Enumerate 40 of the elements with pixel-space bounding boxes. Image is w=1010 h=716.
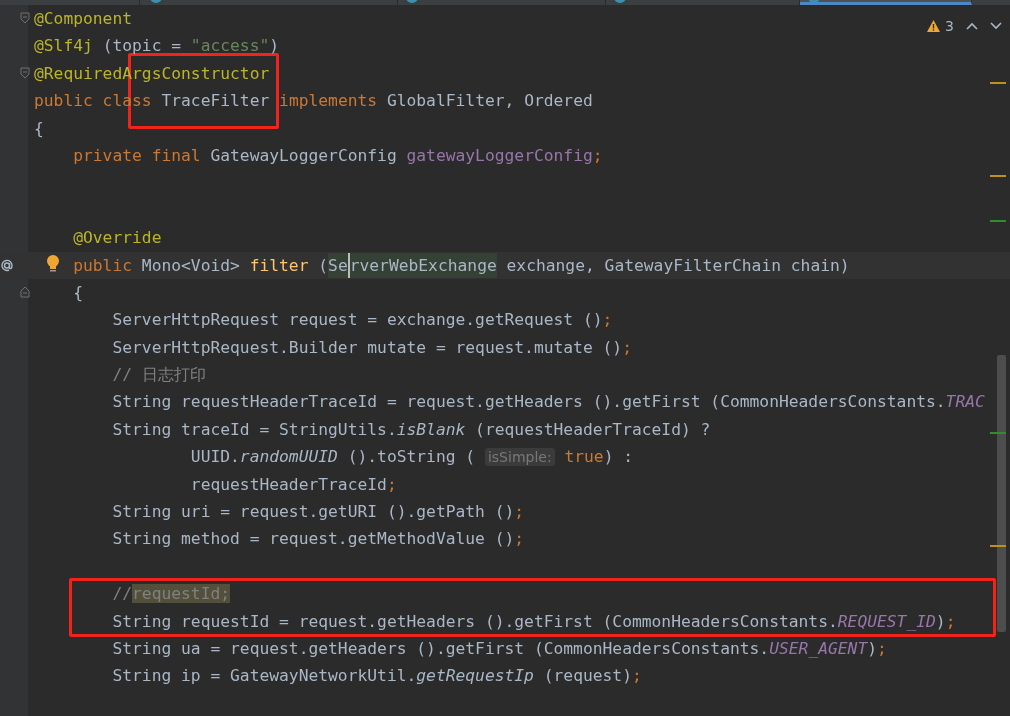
code-line: @Component xyxy=(34,8,133,30)
code-line: String uri = request.getURI ().getPath (); xyxy=(111,501,525,524)
scrollbar-thumb[interactable] xyxy=(997,355,1006,632)
code-line: ServerHttpRequest request = exchange.getRequest (); xyxy=(111,309,613,332)
code-line: private final GatewayLoggerConfig gatewayLoggerConfig; xyxy=(72,144,603,167)
code-line: String ip = GatewayNetworkUtil.getRequestIp (request); xyxy=(111,665,642,688)
editor-tab[interactable] xyxy=(800,0,972,5)
chevron-down-icon[interactable] xyxy=(990,22,1002,30)
code-line: String ua = request.getHeaders ().getFirst (CommonHeadersConstants.USER_AGENT); xyxy=(111,638,887,660)
scroll-marker[interactable] xyxy=(990,82,1006,84)
code-line: @Override xyxy=(72,227,162,250)
scroll-marker[interactable] xyxy=(990,545,1006,547)
code-line: @Slf4j (topic = "access") xyxy=(34,35,280,58)
code-line: String traceId = StringUtils.isBlank (requestHeaderTraceId) ? xyxy=(111,418,711,441)
scroll-marker[interactable] xyxy=(990,175,1006,177)
warning-icon xyxy=(926,19,942,33)
code-line: { xyxy=(34,117,44,140)
code-line: UUID.randomUUID ().toString ( isSimple: true) : xyxy=(189,445,634,468)
scroll-marker[interactable] xyxy=(990,220,1006,222)
fold-icon[interactable] xyxy=(20,12,30,24)
warning-count[interactable]: 3 xyxy=(926,18,954,34)
file-icon xyxy=(406,0,418,3)
chevron-up-icon[interactable] xyxy=(966,22,978,30)
scroll-marker[interactable] xyxy=(990,432,1006,434)
code-line: public Mono<Void> filter (Se rverWebExchange exchange, GatewayFilterChain chain) xyxy=(34,251,850,279)
fold-icon[interactable] xyxy=(20,285,30,298)
code-line: ServerHttpRequest.Builder mutate = request.mutate (); xyxy=(111,336,632,359)
code-line: requestHeaderTraceId; xyxy=(189,473,397,496)
code-line: String requestHeaderTraceId = request.getHeaders ().getFirst (CommonHeadersConstants.TRAC xyxy=(111,391,985,414)
code-line: // 日志打印 xyxy=(111,364,206,387)
code-editor[interactable] xyxy=(0,0,1010,716)
file-icon xyxy=(150,0,162,3)
code-line: { xyxy=(72,281,83,304)
code-line: String requestId = request.getHeaders ().getFirst (CommonHeadersConstants.REQUEST_ID); xyxy=(111,610,956,633)
override-icon[interactable] xyxy=(1,258,13,272)
code-line: String method = request.getMethodValue (); xyxy=(111,528,525,551)
fold-icon[interactable] xyxy=(20,66,30,79)
lightbulb-icon[interactable] xyxy=(46,254,60,273)
code-line: //requestId; xyxy=(111,583,231,606)
file-icon xyxy=(614,0,626,3)
